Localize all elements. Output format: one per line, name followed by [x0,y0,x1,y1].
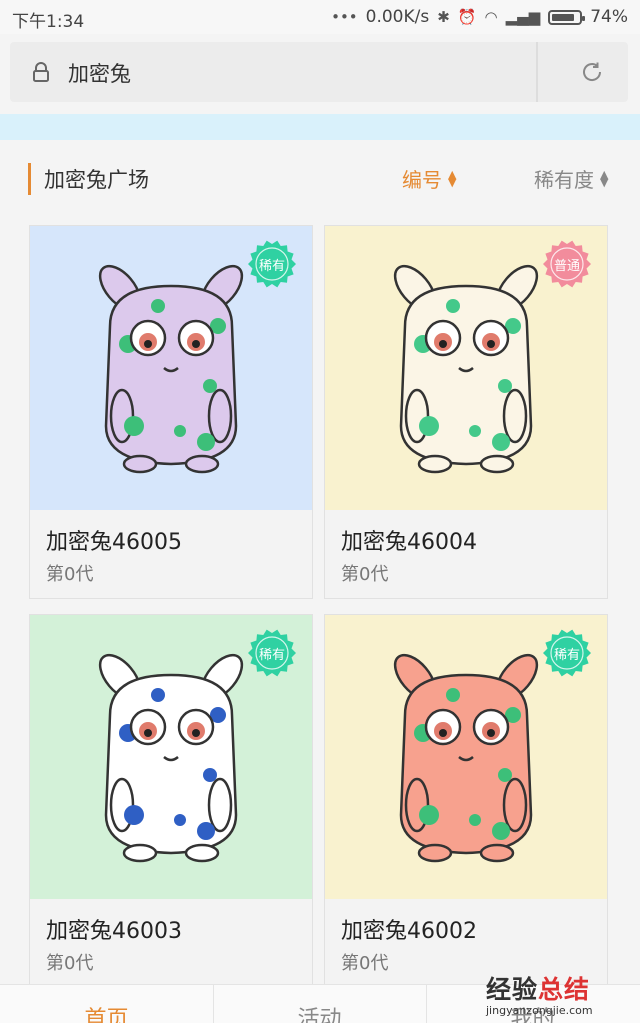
rabbit-generation: 第0代 [46,953,94,974]
more-dots-icon: ••• [331,8,358,26]
nav-home[interactable]: 首页 [0,1001,213,1023]
address-divider [536,42,538,102]
banner-strip [0,114,640,140]
rabbit-card[interactable]: 普通 加密兔46004 第0代 [324,225,608,599]
alarm-icon: ⏰ [457,8,477,26]
page-title: 加密兔 [68,62,131,86]
status-right: ••• 0.00K/s ✱ ⏰ ◠ ▂▄▆ 74% [331,7,628,27]
rarity-badge: 稀有 [248,629,296,677]
rarity-badge: 稀有 [248,240,296,288]
signal-icon: ▂▄▆ [505,8,541,26]
rabbit-name: 加密兔46005 [46,530,182,555]
rarity-label: 稀有 [553,647,580,663]
reload-button[interactable] [566,56,618,88]
reload-icon [583,62,602,81]
watermark-text: 经验 [486,975,539,1004]
section-title: 加密兔广场 [44,168,149,192]
watermark-url: jingyanzongjie.com [486,1004,593,1017]
bluetooth-icon: ✱ [437,8,450,26]
rarity-label: 稀有 [258,258,285,274]
rabbit-generation: 第0代 [341,564,389,585]
lock-icon [33,62,49,82]
sort-by-rarity[interactable]: 稀有度 ▲ ▼ [534,164,608,193]
rabbit-name: 加密兔46003 [46,919,182,944]
battery-level: 74% [590,7,628,27]
rabbit-card[interactable]: 稀有 加密兔46002 第0代 [324,614,608,988]
rarity-label: 稀有 [258,647,285,663]
rabbit-generation: 第0代 [341,953,389,974]
battery-icon [548,9,586,25]
rabbit-name: 加密兔46004 [341,530,477,555]
rarity-label: 普通 [553,258,580,274]
sort-arrows-icon: ▲ ▼ [600,167,609,189]
sort-by-number[interactable]: 编号 ▲ ▼ [402,164,456,193]
watermark: 经验总结 jingyanzongjie.com [486,970,636,1020]
rabbit-card[interactable]: 稀有 加密兔46005 第0代 [29,225,313,599]
section-accent-bar [28,163,31,195]
address-bar[interactable]: 加密兔 [10,42,628,102]
section-header: 加密兔广场 编号 ▲ ▼ 稀有度 ▲ ▼ [0,150,640,210]
watermark-text-red: 总结 [538,975,591,1004]
wifi-icon: ◠ [484,8,498,26]
rabbit-name: 加密兔46002 [341,919,477,944]
rabbit-card[interactable]: 稀有 加密兔46003 第0代 [29,614,313,988]
status-time: 下午1:34 [12,12,85,32]
rabbit-generation: 第0代 [46,564,94,585]
sort-number-label: 编号 [402,168,442,192]
rarity-badge: 普通 [543,240,591,288]
sort-arrows-icon: ▲ ▼ [448,167,457,189]
sort-rarity-label: 稀有度 [534,168,594,192]
nav-activity[interactable]: 活动 [213,1001,426,1023]
network-speed: 0.00K/s [365,7,430,27]
rarity-badge: 稀有 [543,629,591,677]
status-bar: 下午1:34 ••• 0.00K/s ✱ ⏰ ◠ ▂▄▆ 74% [0,0,640,34]
